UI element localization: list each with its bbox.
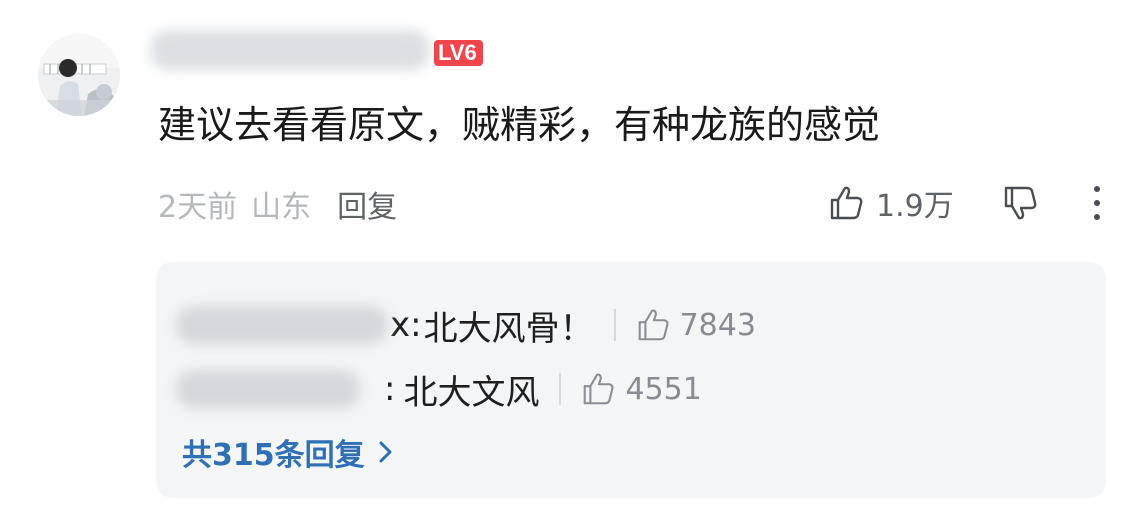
divider — [613, 309, 616, 341]
reply-item[interactable]: : 北大文风 4551 — [176, 364, 702, 414]
divider — [559, 373, 562, 405]
reply-author-redacted[interactable] — [176, 306, 388, 344]
reply-separator: : — [410, 305, 422, 345]
replies-panel: x : 北大风骨！ 7843 : 北大文风 4551 共315条回复 — [156, 262, 1106, 498]
comment-location: 山东 — [251, 190, 312, 225]
thumbs-up-icon — [830, 186, 863, 220]
level-badge: LV6 — [434, 40, 483, 66]
comment-text: 建议去看看原文，贼精彩，有种龙族的感觉 — [158, 103, 881, 147]
thumbs-up-icon[interactable] — [579, 370, 617, 408]
avatar-photo-icon — [38, 34, 120, 116]
reply-text: 北大风骨！ — [423, 308, 594, 349]
more-vertical-icon — [1094, 186, 1100, 220]
comment-item: LV6 建议去看看原文，贼精彩，有种龙族的感觉 2天前 山东 回复 1.9万 x… — [0, 0, 1138, 520]
avatar[interactable] — [38, 34, 120, 116]
more-replies-label: 共315条回复 — [182, 438, 365, 473]
reply-item[interactable]: x : 北大风骨！ 7843 — [176, 300, 756, 350]
reply-like-count: 4551 — [625, 371, 702, 407]
dislike-button[interactable] — [1000, 180, 1044, 230]
reply-like-count: 7843 — [679, 307, 756, 343]
reply-author-redacted[interactable] — [176, 370, 360, 408]
comment-time: 2天前 — [158, 190, 238, 225]
like-button[interactable]: 1.9万 — [826, 180, 954, 226]
reply-separator: : — [384, 369, 396, 409]
reply-text: 北大文风 — [403, 372, 540, 413]
chevron-right-icon — [379, 441, 392, 463]
username-redacted[interactable] — [150, 30, 430, 70]
comment-meta: 2天前 山东 回复 — [158, 182, 397, 226]
more-options-button[interactable] — [1088, 180, 1106, 226]
view-all-replies-link[interactable]: 共315条回复 — [182, 430, 395, 474]
reply-author-tail: x — [390, 305, 411, 345]
like-count: 1.9万 — [876, 189, 954, 224]
thumbs-down-icon — [1004, 186, 1037, 220]
reply-button[interactable]: 回复 — [337, 182, 397, 226]
thumbs-up-icon[interactable] — [634, 306, 672, 344]
